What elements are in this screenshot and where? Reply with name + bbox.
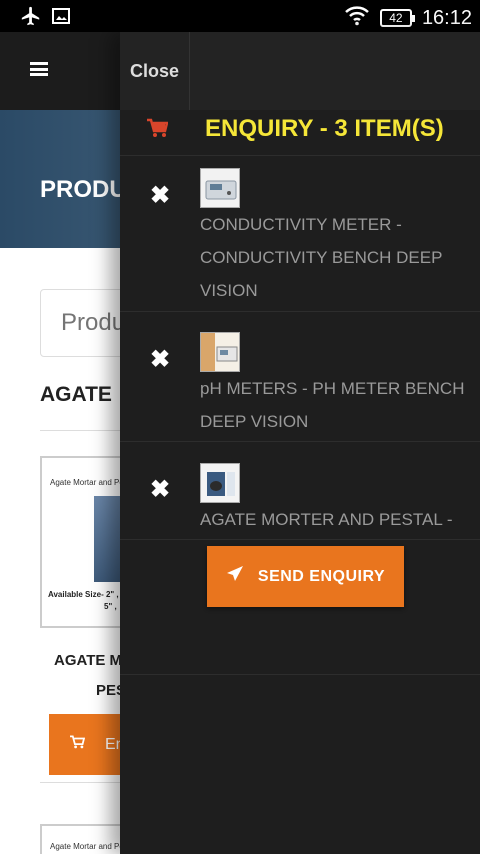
- product-card-caption: Agate Mortar and Pest: [50, 478, 131, 487]
- battery-level: 42: [389, 11, 403, 25]
- item-name: AGATE MORTER AND PESTAL -: [200, 510, 453, 529]
- item-name: pH METERS - PH METER BENCH DEEP VISION: [200, 379, 465, 431]
- send-icon: [226, 565, 244, 588]
- product-name[interactable]: AGATE M: [54, 646, 122, 676]
- cart-icon: [69, 735, 86, 754]
- item-name: CONDUCTIVITY METER - CONDUCTIVITY BENCH …: [200, 215, 443, 300]
- item-thumbnail: [200, 332, 240, 372]
- image-icon: [52, 7, 70, 30]
- item-thumbnail: [200, 168, 240, 208]
- enquiry-header: ENQUIRY - 3 ITEM(S): [120, 110, 480, 156]
- divider: [120, 674, 480, 675]
- remove-item-icon[interactable]: ✖: [150, 348, 170, 372]
- close-button[interactable]: Close: [120, 32, 190, 110]
- battery-icon: 42: [379, 9, 415, 27]
- product-card-caption: Agate Mortar and Pe: [50, 842, 124, 851]
- cart-icon: [146, 118, 169, 138]
- remove-item-icon[interactable]: ✖: [150, 478, 170, 502]
- wifi-icon: [344, 4, 370, 32]
- remove-item-icon[interactable]: ✖: [150, 184, 170, 208]
- enquiry-title: ENQUIRY - 3 ITEM(S): [205, 115, 444, 142]
- enquiry-drawer: Close ENQUIRY - 3 ITEM(S) ✖ CONDUCTIVITY…: [120, 32, 480, 854]
- product-size-text-2: 5" ,: [104, 602, 117, 611]
- hero-title: PRODU: [40, 176, 127, 203]
- enquiry-item: ✖ CONDUCTIVITY METER - CONDUCTIVITY BENC…: [120, 156, 480, 312]
- section-heading: AGATE: [40, 383, 112, 406]
- drawer-header: Close: [120, 32, 480, 110]
- send-enquiry-label: SEND ENQUIRY: [257, 567, 386, 585]
- airplane-icon: [20, 5, 42, 32]
- enquiry-item: ✖ pH METERS - PH METER BENCH DEEP VISION: [120, 318, 480, 442]
- send-enquiry-button[interactable]: SEND ENQUIRY: [207, 546, 404, 607]
- clock: 16:12: [421, 6, 472, 29]
- item-thumbnail: [200, 463, 240, 503]
- enquiry-item: ✖ AGATE MORTER AND PESTAL -: [120, 448, 480, 540]
- status-bar: 42 16:12: [0, 0, 480, 32]
- menu-icon[interactable]: [30, 62, 48, 76]
- product-size-text: Available Size- 2" ,: [48, 590, 119, 599]
